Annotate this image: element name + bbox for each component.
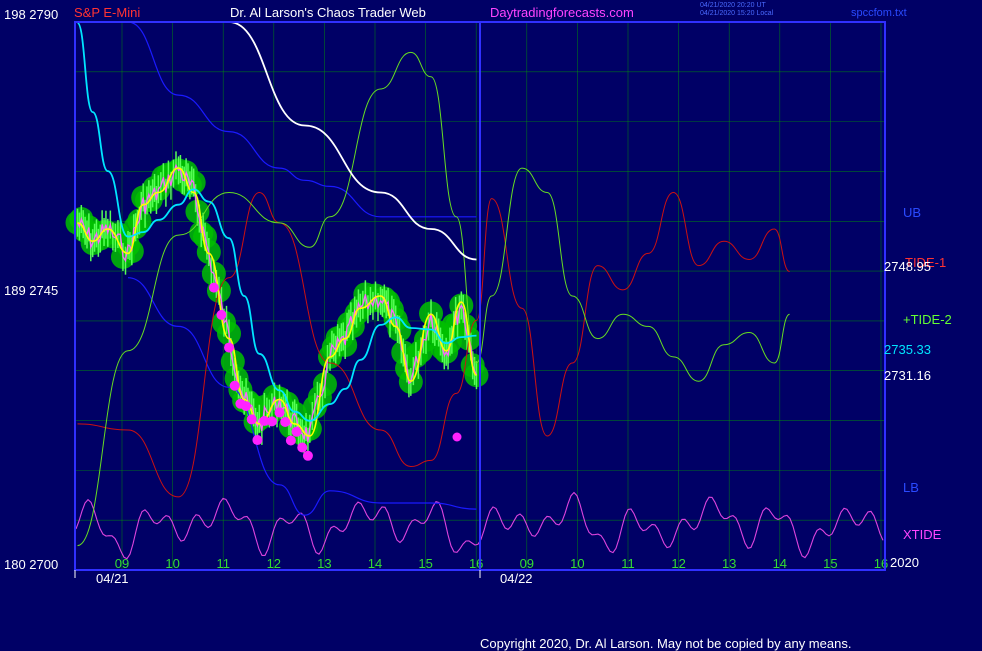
y-label-bottom: 180 2700 bbox=[4, 557, 59, 572]
x-tick-label: 13 bbox=[722, 556, 736, 571]
tide2-line bbox=[77, 51, 791, 547]
low-dot bbox=[216, 309, 227, 320]
x-tick-label: 12 bbox=[267, 556, 281, 571]
x-tick-label: 11 bbox=[621, 556, 635, 571]
chaos-chart: 09 10 11 12 13 14 15 16 09 10 11 12 13 14 15 16 bbox=[65, 21, 888, 578]
x-tick-label: 09 bbox=[520, 556, 534, 571]
lb-label: LB bbox=[903, 480, 919, 495]
low-dot bbox=[252, 435, 263, 446]
chart-title: Dr. Al Larson's Chaos Trader Web bbox=[230, 5, 426, 20]
low-dot bbox=[241, 401, 252, 412]
low-dot bbox=[224, 342, 235, 353]
y-label-mid: 189 2745 bbox=[4, 283, 59, 298]
year-label: 2020 bbox=[890, 555, 919, 570]
x-tick-label: 13 bbox=[317, 556, 331, 571]
low-dot bbox=[229, 380, 240, 391]
low-dot bbox=[274, 407, 285, 418]
price-label-3: 2731.16 bbox=[884, 368, 931, 383]
low-dot bbox=[285, 435, 296, 446]
x-tick-label: 10 bbox=[165, 556, 179, 571]
low-dot bbox=[280, 416, 291, 427]
low-dot bbox=[291, 426, 302, 437]
date-label-2: 04/22 bbox=[500, 571, 533, 586]
timestamp-ut: 04/21/2020 20:20 UT bbox=[700, 2, 766, 9]
x-tick-label: 14 bbox=[773, 556, 787, 571]
site-link[interactable]: Daytradingforecasts.com bbox=[490, 6, 634, 20]
low-dot bbox=[452, 432, 462, 442]
series-lines bbox=[76, 21, 791, 547]
long-average-line bbox=[228, 21, 477, 261]
low-dot bbox=[246, 414, 257, 425]
symbol-label: S&P E-Mini bbox=[74, 5, 141, 20]
x-tick-label: 12 bbox=[671, 556, 685, 571]
data-file: spccfom.txt bbox=[851, 7, 907, 19]
x-tick-label: 16 bbox=[874, 556, 888, 571]
price-label-1: 2748.95 bbox=[884, 259, 931, 274]
date-label-1: 04/21 bbox=[96, 571, 129, 586]
x-tick-label: 15 bbox=[418, 556, 432, 571]
low-dot bbox=[297, 442, 308, 453]
timestamp-local: 04/21/2020 15:20 Local bbox=[700, 10, 774, 17]
x-tick-label: 14 bbox=[368, 556, 382, 571]
tide2-label: +TIDE-2 bbox=[903, 312, 952, 327]
xtide-label: XTIDE bbox=[903, 527, 942, 542]
x-tick-label: 10 bbox=[570, 556, 584, 571]
low-dot bbox=[266, 416, 277, 427]
x-tick-label: 15 bbox=[823, 556, 837, 571]
low-dot bbox=[208, 282, 219, 293]
chart-frame bbox=[74, 21, 886, 578]
copyright: Copyright 2020, Dr. Al Larson. May not b… bbox=[480, 636, 852, 651]
low-dot bbox=[302, 450, 313, 461]
price-label-2: 2735.33 bbox=[884, 342, 931, 357]
y-label-top: 198 2790 bbox=[4, 7, 59, 22]
x-tick-label: 16 bbox=[469, 556, 483, 571]
ub-label: UB bbox=[903, 205, 922, 220]
x-tick-label: 11 bbox=[216, 556, 230, 571]
